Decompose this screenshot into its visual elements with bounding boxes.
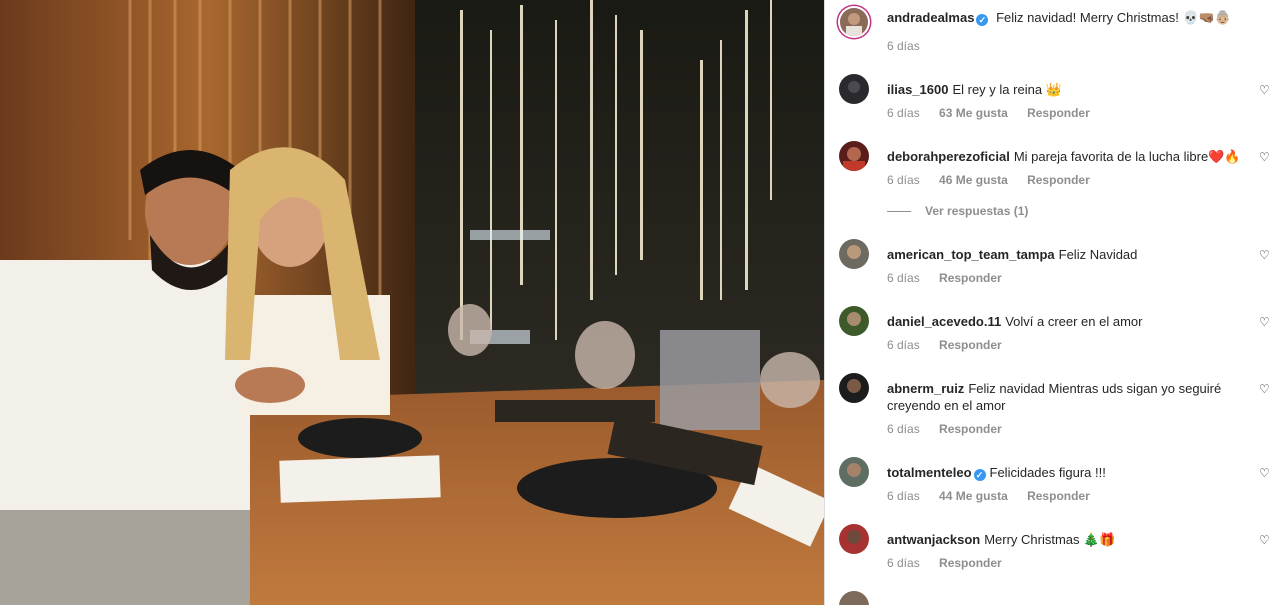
comment-likes[interactable]: 63 Me gusta — [939, 106, 1008, 120]
comment-text: El rey y la reina 👑 — [952, 82, 1062, 97]
comment-meta: 6 días 46 Me gusta Responder — [887, 173, 1106, 187]
post-photo[interactable] — [0, 0, 824, 605]
avatar[interactable] — [839, 306, 869, 336]
comment-text: Felicidades figura !!! — [989, 465, 1106, 480]
comment: american_top_team_tampa Feliz Navidad 6 d… — [839, 239, 1275, 289]
comment-username[interactable]: totalmenteleo — [887, 465, 972, 480]
like-heart-icon[interactable]: ♡ — [1259, 151, 1271, 163]
comment — [839, 591, 1275, 605]
reply-button[interactable]: Responder — [939, 338, 1002, 352]
reply-button[interactable]: Responder — [939, 422, 1002, 436]
comment-meta: 6 días 63 Me gusta Responder — [887, 106, 1106, 120]
reply-button[interactable]: Responder — [939, 556, 1002, 570]
comment-time[interactable]: 6 días — [887, 556, 920, 570]
comment-likes[interactable]: 46 Me gusta — [939, 173, 1008, 187]
comment-time[interactable]: 6 días — [887, 489, 920, 503]
comment-meta: 6 días Responder — [887, 556, 1018, 570]
comment-username[interactable]: antwanjackson — [887, 532, 980, 547]
avatar[interactable] — [839, 239, 869, 269]
verified-icon: ✓ — [973, 469, 986, 481]
comment-meta: 6 días 44 Me gusta Responder — [887, 489, 1106, 503]
reply-button[interactable]: Responder — [1027, 106, 1090, 120]
like-heart-icon[interactable]: ♡ — [1259, 249, 1271, 261]
avatar[interactable] — [839, 524, 869, 554]
comment-username[interactable]: abnerm_ruiz — [887, 381, 964, 396]
comment-meta: 6 días Responder — [887, 271, 1018, 285]
post-time[interactable]: 6 días — [887, 39, 920, 53]
reply-button[interactable]: Responder — [1027, 173, 1090, 187]
comment-time[interactable]: 6 días — [887, 173, 920, 187]
avatar[interactable] — [839, 373, 869, 403]
comment: daniel_acevedo.11 Volví a creer en el amo… — [839, 306, 1275, 356]
post-caption: andradealmas ✓ Feliz navidad! Merry Chris… — [839, 6, 1275, 56]
comment: abnerm_ruiz Feliz navidad Mientras uds si… — [839, 373, 1275, 439]
comment-meta: 6 días Responder — [887, 422, 1018, 436]
view-replies-label: Ver respuestas (1) — [925, 204, 1029, 218]
comment-text: Mi pareja favorita de la lucha libre❤️🔥 — [1013, 149, 1241, 164]
divider — [887, 211, 911, 213]
comment-username[interactable]: american_top_team_tampa — [887, 247, 1055, 262]
comment: deborahperezoficial Mi pareja favorita de… — [839, 141, 1275, 191]
comments-panel: andradealmas ✓ Feliz navidad! Merry Chris… — [824, 0, 1280, 605]
comment: ilias_1600 El rey y la reina 👑 6 días 63 … — [839, 74, 1275, 124]
post-meta: 6 días — [887, 39, 936, 53]
avatar[interactable] — [839, 141, 869, 171]
like-heart-icon[interactable]: ♡ — [1259, 84, 1271, 96]
like-heart-icon[interactable]: ♡ — [1259, 467, 1271, 479]
comment-time[interactable]: 6 días — [887, 271, 920, 285]
comment-username[interactable]: daniel_acevedo.11 — [887, 314, 1001, 329]
post-caption-text: Feliz navidad! Merry Christmas! 💀🤜🏽👵🏼 — [996, 10, 1232, 25]
post-author[interactable]: andradealmas — [887, 10, 974, 25]
avatar[interactable] — [839, 591, 869, 605]
comment: antwanjackson Merry Christmas 🎄🎁 6 días R… — [839, 524, 1275, 574]
comment-username[interactable]: ilias_1600 — [887, 82, 948, 97]
comment-text: Merry Christmas 🎄🎁 — [984, 532, 1116, 547]
verified-icon: ✓ — [976, 14, 989, 26]
post-image — [0, 0, 824, 605]
view-replies-button[interactable]: Ver respuestas (1) — [887, 204, 1028, 218]
comment-text: Volví a creer en el amor — [1005, 314, 1143, 329]
reply-button[interactable]: Responder — [1027, 489, 1090, 503]
comment-text: Feliz Navidad — [1058, 247, 1138, 262]
avatar[interactable] — [839, 74, 869, 104]
reply-button[interactable]: Responder — [939, 271, 1002, 285]
avatar[interactable] — [839, 457, 869, 487]
comment-time[interactable]: 6 días — [887, 106, 920, 120]
comment-time[interactable]: 6 días — [887, 338, 920, 352]
like-heart-icon[interactable]: ♡ — [1259, 316, 1271, 328]
like-heart-icon[interactable]: ♡ — [1259, 383, 1271, 395]
comment-likes[interactable]: 44 Me gusta — [939, 489, 1008, 503]
comment: totalmenteleo ✓ Felicidades figura !!! 6 d… — [839, 457, 1275, 507]
comment-time[interactable]: 6 días — [887, 422, 920, 436]
avatar[interactable] — [840, 8, 868, 36]
like-heart-icon[interactable]: ♡ — [1259, 534, 1271, 546]
comment-username[interactable]: deborahperezoficial — [887, 149, 1010, 164]
comment-meta: 6 días Responder — [887, 338, 1018, 352]
